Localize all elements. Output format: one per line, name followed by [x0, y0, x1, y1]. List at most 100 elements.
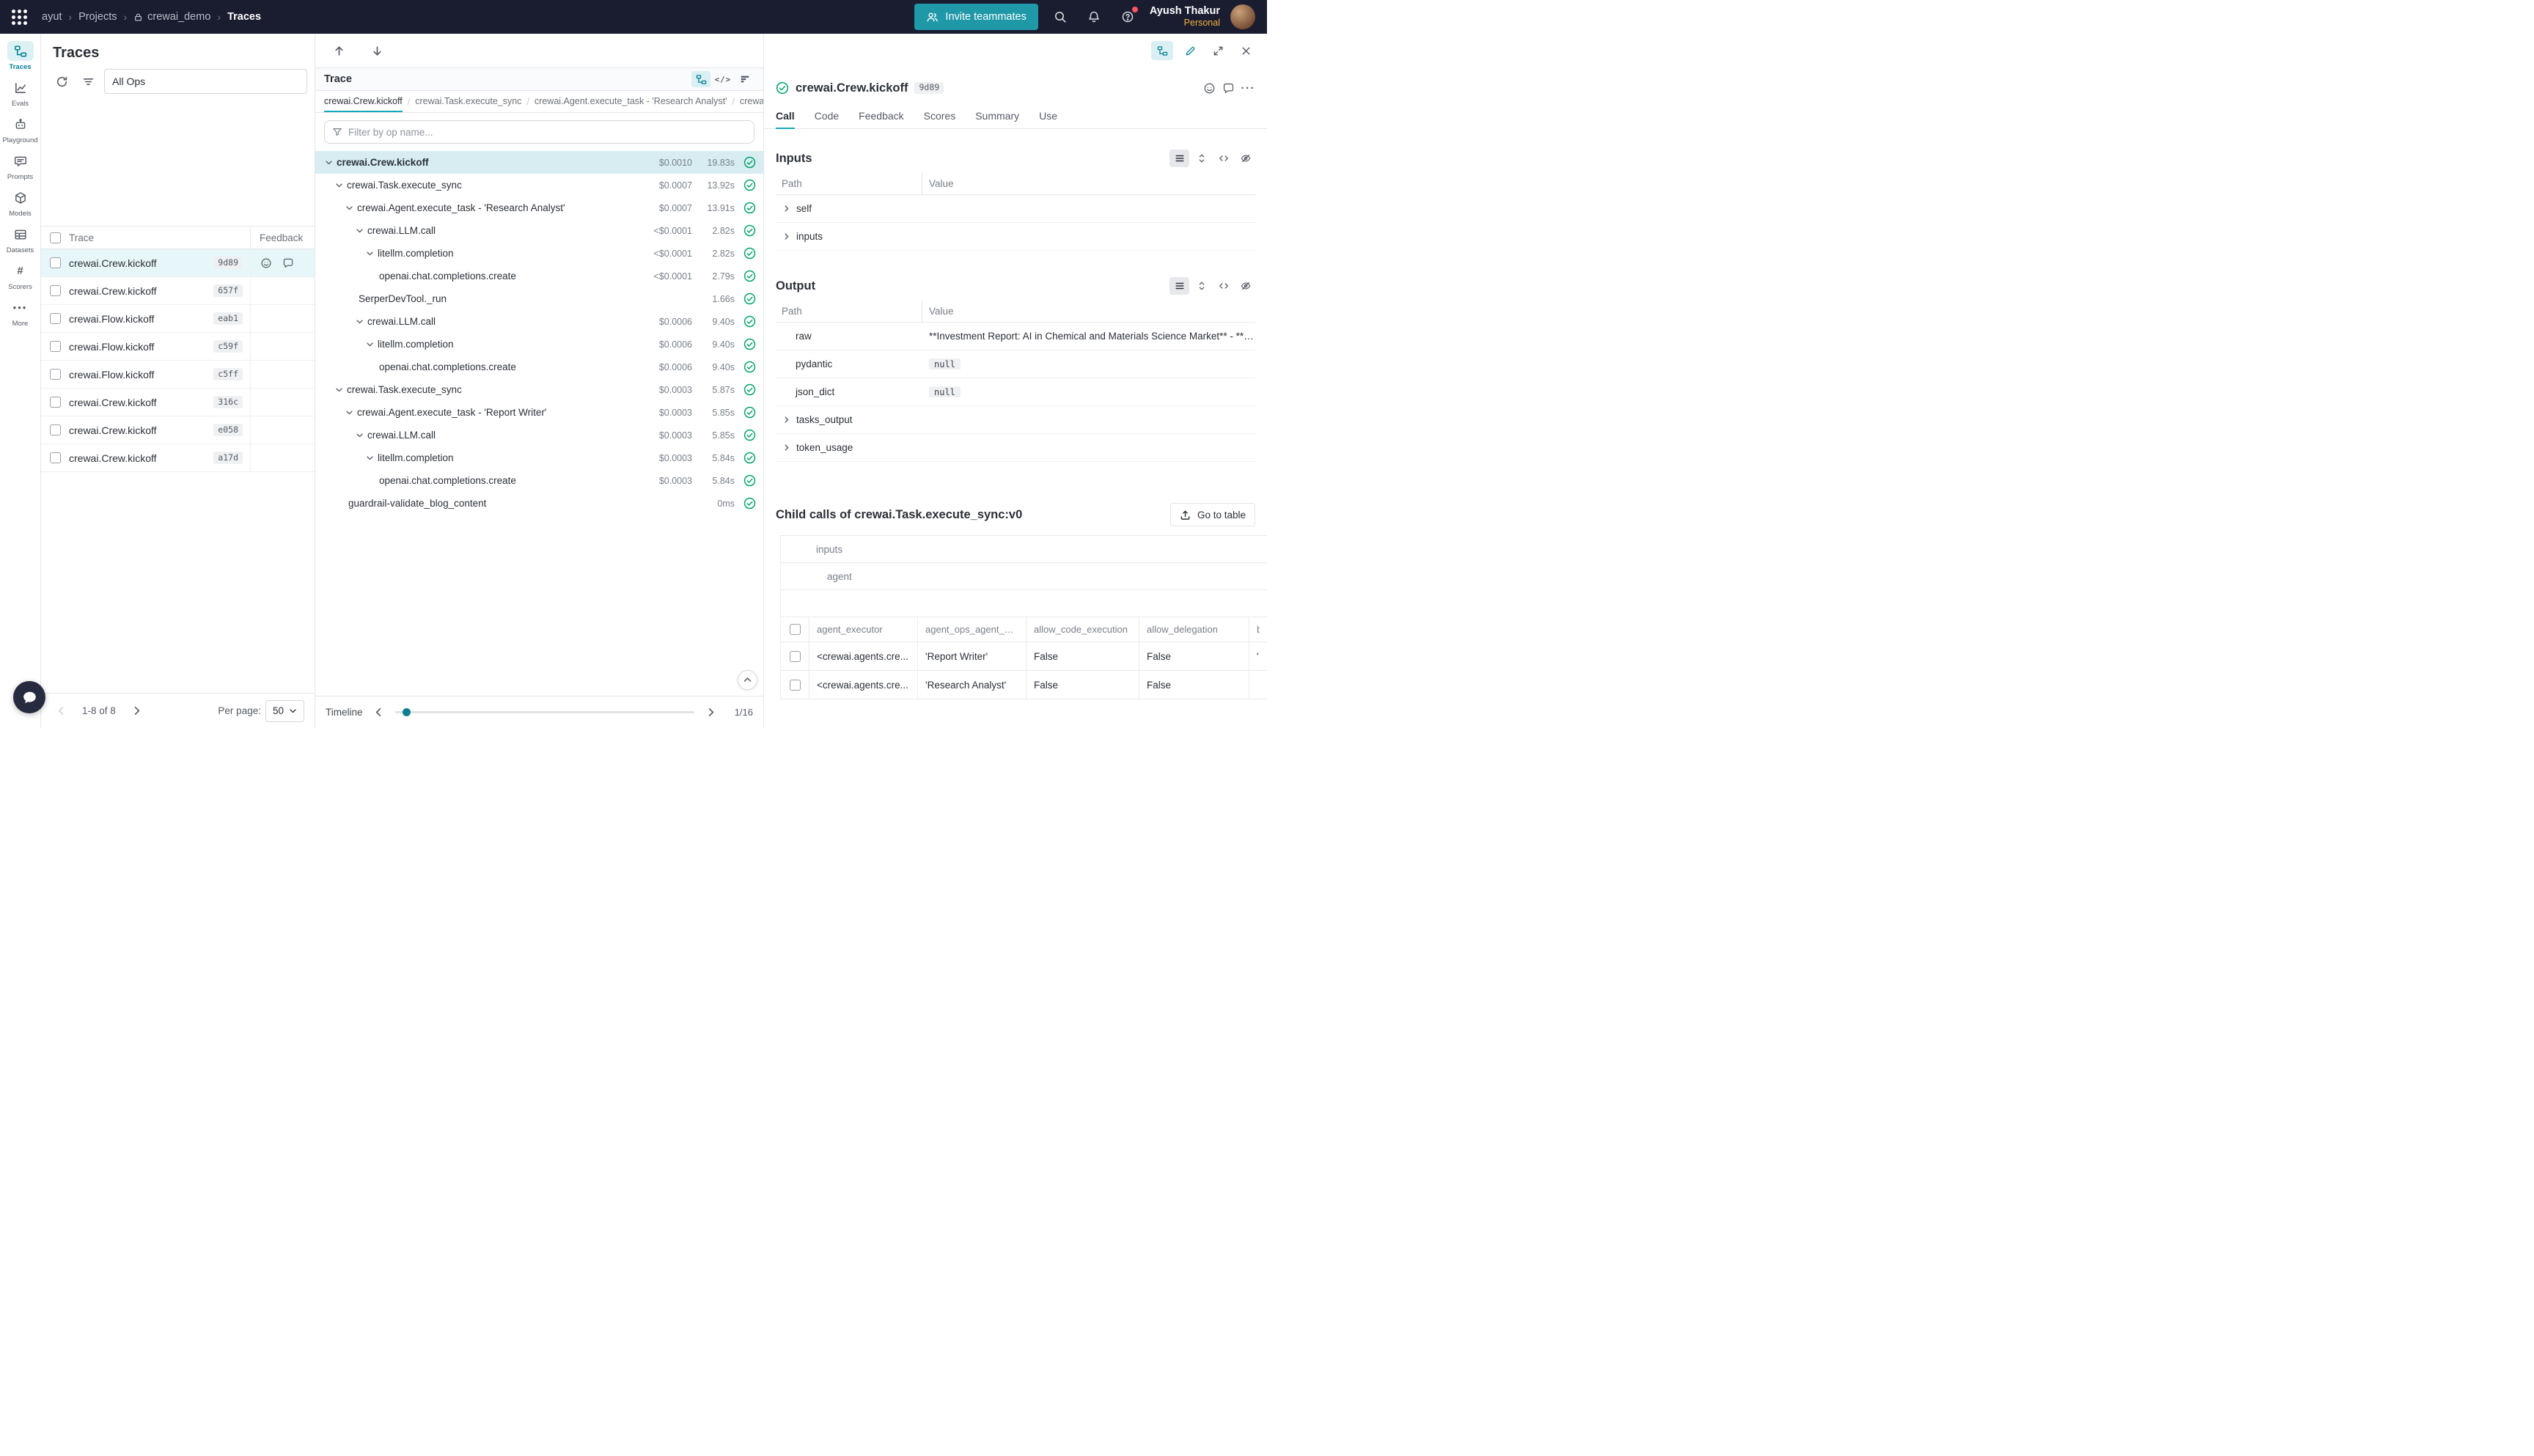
trace-tree-row[interactable]: crewai.LLM.call<$0.00012.82s [315, 219, 763, 242]
call-id-badge[interactable]: 9d89 [914, 82, 944, 95]
trace-tree-row[interactable]: SerperDevTool._run1.66s [315, 287, 763, 310]
trace-name[interactable]: crewai.Crew.kickoff [69, 452, 213, 464]
rail-item-playground[interactable]: Playground [1, 114, 40, 144]
fullscreen-icon[interactable] [1207, 41, 1229, 60]
trace-tree-row[interactable]: crewai.Crew.kickoff$0.001019.83s [315, 151, 763, 174]
chevron-down-icon[interactable] [333, 383, 345, 396]
chevron-down-icon[interactable] [364, 452, 376, 464]
trace-tree-row[interactable]: openai.chat.completions.create$0.00069.4… [315, 356, 763, 378]
trace-name[interactable]: crewai.Crew.kickoff [69, 424, 213, 436]
trace-tree-row[interactable]: crewai.Agent.execute_task - 'Research An… [315, 196, 763, 219]
child-call-cell-b[interactable] [1249, 671, 1267, 699]
chevron-down-icon[interactable] [364, 338, 376, 350]
tab-code[interactable]: Code [815, 104, 839, 129]
breadcrumb-project[interactable]: crewai_demo [133, 11, 210, 23]
op-filter-box[interactable] [324, 120, 754, 144]
trace-row[interactable]: crewai.Crew.kickoffa17d [41, 444, 315, 472]
trace-row[interactable]: crewai.Flow.kickoffeab1 [41, 305, 315, 333]
breadcrumb-page[interactable]: Traces [227, 11, 261, 23]
add-reaction-icon[interactable] [1203, 81, 1216, 95]
comment-icon[interactable] [282, 257, 295, 270]
rail-item-more[interactable]: •••More [1, 298, 40, 328]
comment-icon[interactable] [1222, 81, 1235, 95]
refresh-icon[interactable] [51, 71, 72, 92]
chevron-right-icon[interactable] [782, 415, 791, 424]
chat-launcher-button[interactable] [13, 681, 45, 713]
go-to-table-button[interactable]: Go to table [1170, 503, 1255, 526]
trace-tree-row[interactable]: guardrail-validate_blog_content0ms [315, 492, 763, 515]
list-view-icon[interactable] [1169, 150, 1189, 167]
code-json-icon[interactable] [1213, 277, 1233, 295]
trace-path-crumb[interactable]: crewai.Agent.execute_task - 'Research An… [535, 91, 727, 112]
child-call-cell-agent_executor[interactable]: <crewai.agents.cre... [809, 671, 917, 699]
trace-name[interactable]: crewai.Crew.kickoff [69, 285, 213, 297]
trace-row[interactable]: crewai.Crew.kickoff316c [41, 389, 315, 416]
chevron-right-icon[interactable] [782, 232, 791, 241]
rail-item-datasets[interactable]: Datasets [1, 224, 40, 254]
trace-tree-row[interactable]: litellm.completion$0.00035.84s [315, 446, 763, 469]
trace-name[interactable]: crewai.Flow.kickoff [69, 341, 213, 353]
trace-tree-row[interactable]: crewai.Task.execute_sync$0.000713.92s [315, 174, 763, 196]
tab-use[interactable]: Use [1039, 104, 1057, 129]
trace-tree-row[interactable]: crewai.Agent.execute_task - 'Report Writ… [315, 401, 763, 424]
search-icon[interactable] [1049, 5, 1072, 29]
row-checkbox[interactable] [50, 257, 61, 268]
flamegraph-view-icon[interactable] [735, 71, 754, 87]
list-view-icon[interactable] [1169, 277, 1189, 295]
trace-path-crumb[interactable]: crewai.Crew.kickoff [324, 91, 403, 112]
rail-item-evals[interactable]: Evals [1, 78, 40, 108]
trace-name[interactable]: crewai.Crew.kickoff [69, 257, 213, 269]
rail-item-prompts[interactable]: Prompts [1, 151, 40, 181]
chevron-down-icon[interactable] [343, 202, 356, 214]
per-page-select[interactable]: 50 [265, 700, 304, 722]
split-view-icon[interactable] [1151, 41, 1173, 60]
timeline-slider-handle[interactable] [403, 708, 411, 716]
select-all-checkbox[interactable] [50, 232, 61, 243]
trace-tree-row[interactable]: crewai.Task.execute_sync$0.00035.87s [315, 378, 763, 401]
chevron-down-icon[interactable] [353, 224, 366, 237]
filter-settings-icon[interactable] [78, 71, 98, 92]
rail-item-models[interactable]: Models [1, 188, 40, 218]
hide-values-eye-icon[interactable] [1235, 277, 1255, 295]
row-checkbox[interactable] [790, 680, 801, 691]
breadcrumb-projects[interactable]: Projects [78, 11, 117, 23]
rail-item-scorers[interactable]: #Scorers [1, 261, 40, 291]
expand-rows-icon[interactable] [1191, 150, 1211, 167]
trace-row[interactable]: crewai.Crew.kickoff657f [41, 277, 315, 305]
op-filter-input[interactable] [348, 127, 746, 138]
expand-rows-icon[interactable] [1191, 277, 1211, 295]
timeline-next-icon[interactable] [702, 704, 719, 721]
child-call-cell-agent_ops_agent_nan[interactable]: 'Report Writer' [917, 642, 1026, 671]
wandb-logo-icon[interactable] [9, 7, 30, 28]
hide-values-eye-icon[interactable] [1235, 150, 1255, 167]
child-call-cell-allow_delegation[interactable]: False [1139, 642, 1249, 671]
tab-feedback[interactable]: Feedback [859, 104, 903, 129]
breadcrumb-team[interactable]: ayut [42, 11, 62, 23]
child-call-cell-allow_code_execution[interactable]: False [1026, 671, 1139, 699]
chevron-down-icon[interactable] [323, 156, 335, 169]
chevron-down-icon[interactable] [333, 179, 345, 191]
row-checkbox[interactable] [50, 397, 61, 408]
rail-item-traces[interactable]: Traces [1, 41, 40, 71]
chevron-down-icon[interactable] [353, 429, 366, 441]
chevron-right-icon[interactable] [782, 204, 791, 213]
trace-tree-row[interactable]: openai.chat.completions.create<$0.00012.… [315, 265, 763, 287]
add-reaction-icon[interactable] [260, 257, 273, 270]
trace-name[interactable]: crewai.Crew.kickoff [69, 397, 213, 408]
child-call-cell-agent_executor[interactable]: <crewai.agents.cre... [809, 642, 917, 671]
edit-pencil-icon[interactable] [1179, 41, 1201, 60]
row-checkbox[interactable] [50, 341, 61, 352]
invite-teammates-button[interactable]: Invite teammates [914, 4, 1038, 30]
child-call-cell-b[interactable]: 'E [1249, 642, 1267, 671]
tab-summary[interactable]: Summary [975, 104, 1019, 129]
row-checkbox[interactable] [50, 452, 61, 463]
page-prev-icon[interactable] [51, 702, 70, 721]
chevron-down-icon[interactable] [353, 315, 366, 328]
trace-name[interactable]: crewai.Flow.kickoff [69, 369, 213, 380]
help-icon[interactable] [1116, 5, 1139, 29]
timeline-slider[interactable] [395, 711, 694, 713]
child-call-cell-allow_code_execution[interactable]: False [1026, 642, 1139, 671]
trace-tree-row[interactable]: crewai.LLM.call$0.00035.85s [315, 424, 763, 446]
chevron-down-icon[interactable] [343, 406, 356, 419]
code-view-icon[interactable]: </> [713, 71, 732, 87]
